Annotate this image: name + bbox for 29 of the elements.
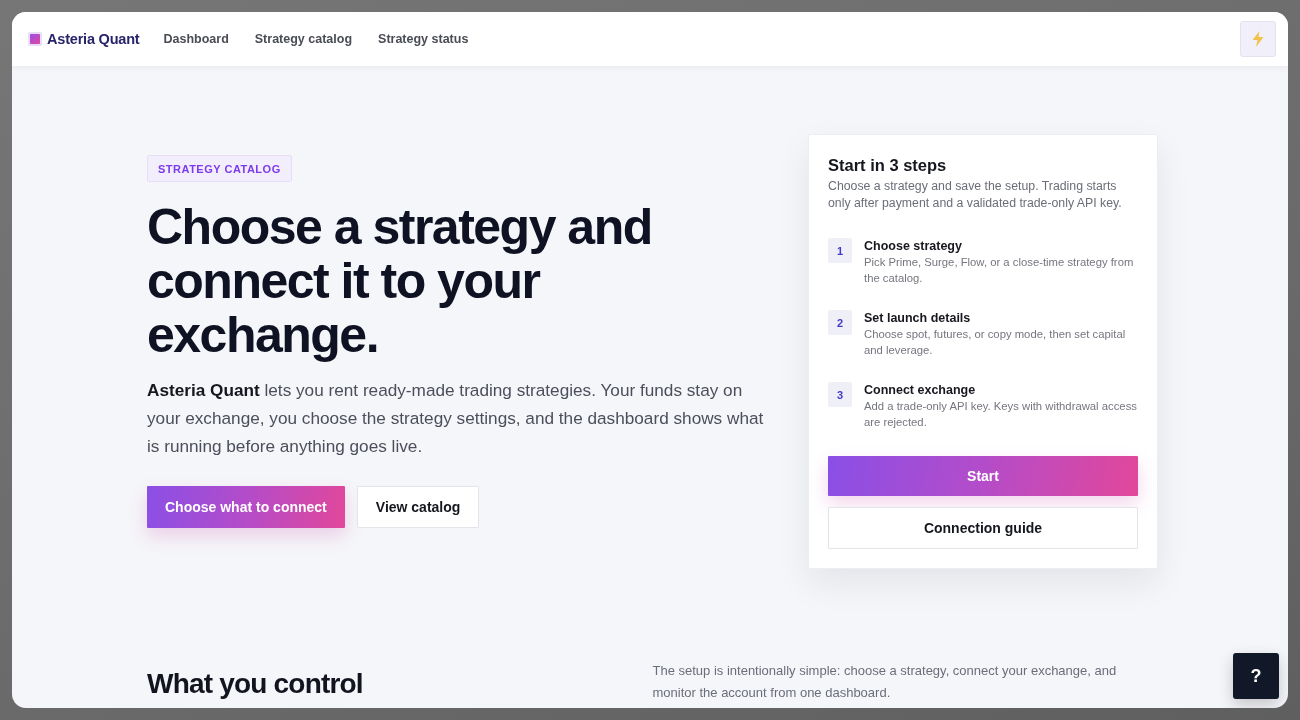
catalog-button[interactable]: View catalog bbox=[356, 486, 480, 528]
lightning-icon bbox=[1252, 31, 1264, 47]
step-description: Pick Prime, Surge, Flow, or a close-time strategy from the catalog. bbox=[864, 255, 1135, 286]
step-number: 1 bbox=[828, 238, 852, 263]
step-title: Choose strategy bbox=[864, 238, 963, 254]
step-title: Set launch details bbox=[864, 310, 972, 326]
step-number: 2 bbox=[828, 310, 852, 335]
step-number: 3 bbox=[828, 382, 852, 407]
step-description: Add a trade-only API key. Keys with withdrawal access are rejected. bbox=[864, 399, 1138, 430]
hero-intro: Asteria Quant lets you rent ready-made trading strategies. Your funds stay on your exchange, you choose the strategy settings, and the dashboard shows what is running before anything goes live. bbox=[147, 379, 765, 458]
step-description: Choose spot, futures, or copy mode, then set capital and leverage. bbox=[864, 327, 1127, 358]
section-badge: STRATEGY CATALOG bbox=[147, 155, 292, 182]
logo-icon bbox=[28, 32, 42, 46]
nav-link[interactable]: Dashboard bbox=[163, 32, 229, 46]
guide-button[interactable]: Connection guide bbox=[828, 507, 1138, 549]
hero-title: Choose a strategy and connect it to your exchange. bbox=[147, 200, 653, 362]
card-title: Start in 3 steps bbox=[828, 155, 948, 176]
step-title: Connect exchange bbox=[864, 382, 977, 398]
nav-link[interactable]: Strategy status bbox=[378, 32, 469, 46]
help-button[interactable]: ? bbox=[1233, 653, 1279, 699]
section-title: What you control bbox=[147, 667, 364, 701]
brand-name: Asteria Quant bbox=[47, 31, 140, 47]
nav-link[interactable]: Strategy catalog bbox=[254, 32, 353, 46]
connect-button[interactable]: Choose what to connect bbox=[147, 486, 345, 528]
start-button[interactable]: Start bbox=[828, 456, 1138, 496]
section-description: The setup is intentionally simple: choose a strategy, connect your exchange, and monitor the account from one dashboard. bbox=[652, 662, 1118, 702]
quick-action-button[interactable] bbox=[1240, 21, 1276, 57]
brand-link[interactable]: Asteria Quant bbox=[28, 31, 140, 47]
card-description: Choose a strategy and save the setup. Trading starts only after payment and a validated trade-only API key. bbox=[828, 178, 1123, 212]
